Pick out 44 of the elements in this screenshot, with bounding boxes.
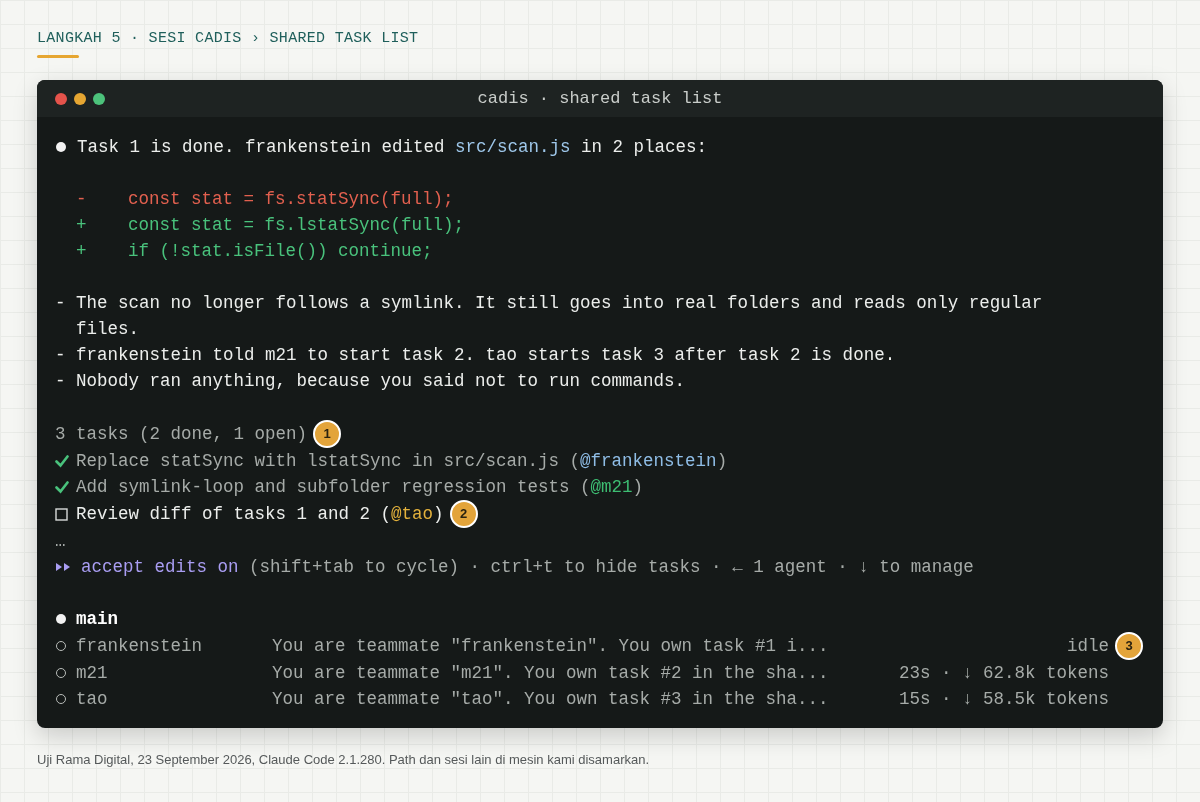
diff-sign: + [75, 240, 88, 263]
close-dot-icon[interactable] [55, 92, 67, 105]
bullet-icon [56, 142, 66, 152]
double-play-icon [55, 562, 71, 572]
annotation-badge: 3 [1115, 632, 1143, 660]
summary-text: Task 1 is done. frankenstein edited src/scan.js in 2 places: [77, 136, 708, 159]
task-item: Add symlink-loop and subfolder regression tests (@m21) [76, 476, 644, 499]
diff-line: const stat = fs.statSync(full); [128, 188, 454, 211]
agent-name[interactable]: frankenstein [76, 633, 272, 659]
note-text: Nobody ran anything, because you said not to run commands. [76, 370, 686, 393]
note-text: The scan no longer follows a symlink. It still goes into real folders and reads only regular files. [76, 292, 1044, 341]
agent-description: You are teammate "frankenstein". You own task #1 i... [272, 636, 829, 656]
check-icon [55, 480, 69, 494]
agent-status: idle [1067, 636, 1109, 656]
task-item: Review diff of tasks 1 and 2 (@tao) [76, 503, 444, 526]
breadcrumb: LANGKAH 5 · SESI CADIS › SHARED TASK LIST [37, 30, 419, 47]
task-summary: 3 tasks (2 done, 1 open) [55, 423, 308, 446]
task-item: Replace statSync with lstatSync in src/scan.js (@frankenstein) [76, 450, 728, 473]
diff-line: if (!stat.isFile()) continue; [128, 240, 433, 263]
agent-name[interactable]: m21 [76, 660, 272, 686]
agent-description: You are teammate "tao". You own task #3 in the sha... [272, 689, 829, 709]
window-title: cadis · shared task list [477, 89, 723, 108]
note-text: frankenstein told m21 to start task 2. tao starts task 3 after task 2 is done. [76, 344, 896, 367]
agent-status: 23s · ↓ 62.8k tokens [898, 663, 1109, 683]
list-marker: - [55, 344, 67, 367]
minimize-dot-icon[interactable] [74, 92, 86, 105]
agent-name[interactable]: main [76, 606, 272, 632]
annotation-badge: 1 [313, 420, 342, 448]
diff-sign: - [75, 188, 88, 211]
annotation-badge: 2 [449, 500, 478, 528]
list-marker: - [55, 292, 67, 315]
diff-sign: + [75, 214, 88, 237]
agent-status: 15s · ↓ 58.5k tokens [898, 689, 1109, 709]
check-icon [55, 454, 69, 468]
mode-label: accept edits on [81, 556, 239, 579]
mode-hint: (shift+tab to cycle) · ctrl+t to hide tasks · ← 1 agent · ↓ to manage [249, 556, 974, 579]
caption: Uji Rama Digital, 23 September 2026, Claude Code 2.1.280. Path dan sesi lain di mesin kami disamarkan. [37, 752, 651, 767]
ellipsis: … [55, 530, 66, 553]
diff-line: const stat = fs.lstatSync(full); [128, 214, 465, 237]
maximize-dot-icon[interactable] [93, 92, 105, 105]
agent-description: You are teammate "m21". You own task #2 in the sha... [272, 663, 829, 683]
agent-name[interactable]: tao [76, 686, 272, 712]
square-icon [55, 507, 68, 521]
list-marker: - [55, 370, 67, 393]
